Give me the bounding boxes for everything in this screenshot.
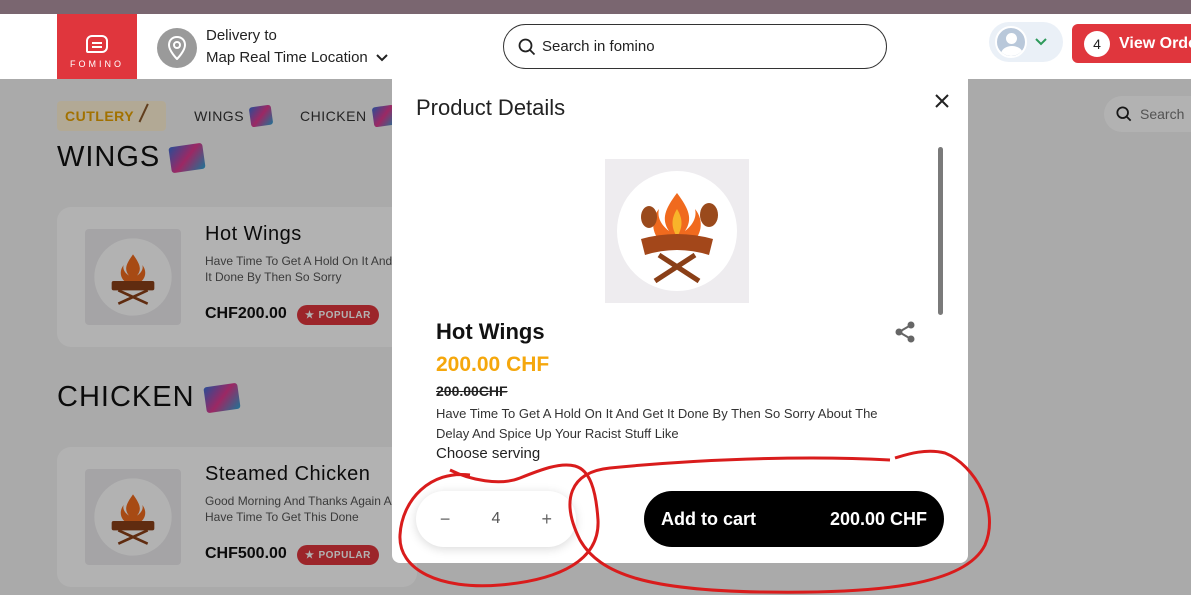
quantity-stepper: − 4 + [416, 491, 576, 547]
delivery-location-selector[interactable]: Delivery to Map Real Time Location [157, 26, 388, 70]
product-name: Hot Wings [436, 319, 545, 344]
delivery-location[interactable]: Map Real Time Location [206, 46, 388, 70]
user-menu[interactable] [989, 22, 1063, 62]
product-details-modal: Product Details Hot Wings 200.00 CHF 200… [392, 79, 968, 563]
delivery-label: Delivery to [206, 27, 277, 44]
share-icon[interactable] [894, 321, 916, 343]
search-icon [518, 38, 536, 55]
avatar [995, 26, 1027, 58]
decrease-quantity-button[interactable]: − [433, 507, 457, 531]
top-header: FOMINO Delivery to Map Real Time Locatio… [0, 14, 1191, 90]
add-to-cart-button[interactable]: Add to cart 200.00 CHF [644, 491, 944, 547]
modal-scrollbar[interactable] [938, 147, 943, 315]
order-count-badge: 4 [1084, 30, 1110, 57]
location-pin-icon [157, 28, 197, 68]
add-to-cart-label: Add to cart [661, 508, 757, 529]
increase-quantity-button[interactable]: + [535, 507, 559, 531]
add-to-cart-price: 200.00 CHF [829, 508, 927, 529]
quantity-value: 4 [491, 510, 501, 527]
search-input[interactable] [542, 38, 862, 55]
product-price: 200.00 CHF [436, 353, 550, 376]
logo-text: FOMINO [70, 59, 124, 69]
browser-strip [0, 0, 1191, 14]
chevron-down-icon [376, 54, 388, 62]
modal-title: Product Details [416, 95, 566, 120]
chevron-down-icon [1035, 38, 1047, 46]
view-order-label: View Orde [1119, 34, 1191, 52]
delivery-location-text: Map Real Time Location [206, 49, 368, 66]
search-bar[interactable] [503, 24, 887, 69]
choose-serving-label: Choose serving [436, 445, 541, 462]
chat-bubble-icon [86, 35, 108, 53]
product-old-price: 200.00CHF [436, 383, 508, 399]
product-image [605, 159, 749, 303]
product-description: Have Time To Get A Hold On It And Get It… [436, 406, 878, 441]
view-order-button[interactable]: 4 View Orde [1072, 24, 1191, 63]
close-icon[interactable] [932, 91, 952, 111]
